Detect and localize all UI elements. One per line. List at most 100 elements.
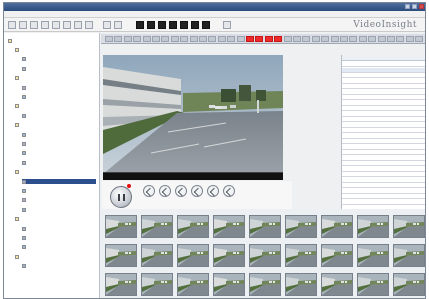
timeline-marker[interactable] xyxy=(293,36,301,42)
event-row[interactable] xyxy=(342,145,425,150)
camera-button-5[interactable] xyxy=(180,21,188,29)
event-row[interactable] xyxy=(342,183,425,188)
event-row[interactable] xyxy=(342,123,425,128)
timeline-marker[interactable] xyxy=(302,36,311,42)
back-icon[interactable] xyxy=(19,21,27,29)
event-row[interactable] xyxy=(342,117,425,122)
tree-camera-item[interactable] xyxy=(22,94,96,99)
event-row[interactable] xyxy=(342,194,425,199)
tree-folder-item[interactable] xyxy=(15,47,96,52)
layout-4-icon[interactable] xyxy=(52,21,60,29)
event-row[interactable] xyxy=(342,62,425,67)
tree-camera-item[interactable] xyxy=(22,245,96,250)
tree-camera-item[interactable] xyxy=(22,66,96,71)
camera-button-7[interactable] xyxy=(202,21,210,29)
event-row[interactable] xyxy=(342,200,425,205)
tree-camera-item[interactable] xyxy=(22,85,96,90)
camera-button-2[interactable] xyxy=(147,21,155,29)
timeline-marker-active[interactable] xyxy=(255,36,264,42)
thumbnail[interactable] xyxy=(213,215,245,238)
step-back-button[interactable] xyxy=(159,185,171,197)
timeline-marker[interactable] xyxy=(405,36,414,42)
thumbnail[interactable] xyxy=(357,215,389,238)
timeline-marker[interactable] xyxy=(330,36,339,42)
thumbnail[interactable] xyxy=(249,215,281,238)
event-row[interactable] xyxy=(342,67,425,73)
tree-camera-item[interactable] xyxy=(22,151,96,156)
event-row[interactable] xyxy=(342,178,425,183)
camera-button-3[interactable] xyxy=(158,21,166,29)
forward-icon[interactable] xyxy=(30,21,38,29)
timeline-marker[interactable] xyxy=(321,36,330,42)
thumbnail[interactable] xyxy=(321,215,353,238)
thumbnail[interactable] xyxy=(105,244,137,267)
camera-button-1[interactable] xyxy=(136,21,144,29)
thumbnail[interactable] xyxy=(177,215,209,238)
timeline-marker[interactable] xyxy=(142,36,151,42)
timeline-marker[interactable] xyxy=(105,36,113,42)
event-row[interactable] xyxy=(342,139,425,144)
event-row[interactable] xyxy=(342,156,425,161)
layout-16-icon[interactable] xyxy=(74,21,82,29)
timeline-marker[interactable] xyxy=(208,36,217,42)
thumbnail[interactable] xyxy=(213,244,245,267)
pause-button[interactable] xyxy=(110,186,132,208)
event-row[interactable] xyxy=(342,189,425,194)
timeline-marker-active[interactable] xyxy=(274,36,283,42)
rewind-button[interactable] xyxy=(143,185,155,197)
event-row[interactable] xyxy=(342,90,425,95)
app-icon[interactable] xyxy=(8,21,16,29)
timeline-marker[interactable] xyxy=(199,36,207,42)
thumbnail[interactable] xyxy=(393,244,425,267)
timeline-marker[interactable] xyxy=(236,36,245,42)
thumbnail[interactable] xyxy=(213,273,245,296)
event-row[interactable] xyxy=(342,134,425,139)
event-row[interactable] xyxy=(342,150,425,155)
fast-forward-button[interactable] xyxy=(207,185,219,197)
event-row[interactable] xyxy=(342,112,425,117)
tree-camera-item[interactable] xyxy=(22,188,96,193)
event-row[interactable] xyxy=(342,161,425,166)
video-feed[interactable] xyxy=(103,55,283,174)
thumbnail[interactable] xyxy=(177,273,209,296)
timeline-marker[interactable] xyxy=(283,36,292,42)
loop-button[interactable] xyxy=(223,185,235,197)
minimize-button[interactable] xyxy=(405,4,410,9)
play-button[interactable] xyxy=(175,185,187,197)
timeline-marker[interactable] xyxy=(340,36,348,42)
timeline-marker[interactable] xyxy=(170,36,179,42)
tree-camera-item[interactable] xyxy=(22,235,96,240)
tree-camera-item[interactable] xyxy=(22,132,96,137)
thumbnail[interactable] xyxy=(249,273,281,296)
timeline-marker[interactable] xyxy=(358,36,367,42)
tree-folder-item[interactable] xyxy=(15,76,96,81)
thumbnail[interactable] xyxy=(393,273,425,296)
timeline[interactable] xyxy=(101,34,425,44)
thumbnail[interactable] xyxy=(393,215,425,238)
tree-camera-item[interactable] xyxy=(22,57,96,62)
event-row[interactable] xyxy=(342,101,425,106)
timeline-marker[interactable] xyxy=(114,36,123,42)
tree-camera-item[interactable] xyxy=(22,198,96,203)
timeline-marker[interactable] xyxy=(368,36,377,42)
tree-camera-item[interactable] xyxy=(22,264,96,269)
timeline-marker[interactable] xyxy=(161,36,170,42)
camera-button-6[interactable] xyxy=(191,21,199,29)
timeline-marker[interactable] xyxy=(377,36,386,42)
event-row[interactable] xyxy=(342,73,425,78)
thumbnail[interactable] xyxy=(357,244,389,267)
event-row[interactable] xyxy=(342,79,425,84)
fullscreen-icon[interactable] xyxy=(85,21,93,29)
timeline-marker-active[interactable] xyxy=(264,36,273,42)
timeline-marker[interactable] xyxy=(152,36,160,42)
thumbnail[interactable] xyxy=(321,244,353,267)
layout-9-icon[interactable] xyxy=(63,21,71,29)
settings-icon[interactable] xyxy=(103,21,111,29)
layout-1-icon[interactable] xyxy=(41,21,49,29)
tree-folder-item[interactable] xyxy=(15,123,96,128)
timeline-marker[interactable] xyxy=(133,36,142,42)
maximize-button[interactable] xyxy=(412,4,417,9)
timeline-marker[interactable] xyxy=(415,36,424,42)
timeline-marker[interactable] xyxy=(311,36,320,42)
thumbnail[interactable] xyxy=(141,273,173,296)
